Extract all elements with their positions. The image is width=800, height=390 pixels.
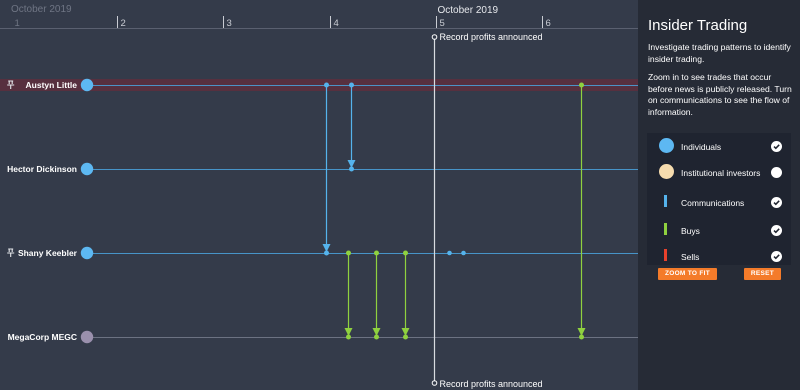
reset-button[interactable]: RESET bbox=[744, 268, 781, 280]
node-megacorp[interactable] bbox=[80, 330, 94, 344]
line-swatch-icon bbox=[664, 195, 667, 207]
institutional-swatch-icon bbox=[659, 164, 674, 179]
description-paragraph-1: Investigate trading patterns to identify… bbox=[648, 42, 791, 64]
marker-month-label: October 2019 bbox=[438, 5, 499, 16]
pin-icon-shape bbox=[7, 248, 15, 257]
legend-item-buys[interactable]: Buys bbox=[647, 219, 791, 245]
legend-item-label: Sells bbox=[681, 252, 700, 262]
buy-start-point[interactable] bbox=[579, 82, 584, 88]
buy-start-point[interactable] bbox=[403, 250, 408, 256]
event-label-bottom: Record profits announced bbox=[440, 379, 543, 389]
timeline-canvas[interactable]: October 2019 1 2 3 4 5 6 October 2019 Record pro… bbox=[0, 0, 638, 390]
checkmark-icon[interactable] bbox=[771, 225, 782, 236]
event-marker-top[interactable] bbox=[431, 34, 438, 40]
activity-point[interactable] bbox=[447, 250, 452, 256]
communication-start-point[interactable] bbox=[349, 82, 354, 88]
panel-description: Investigate trading patterns to identify… bbox=[648, 42, 796, 125]
activity-point[interactable] bbox=[461, 250, 466, 256]
buy-end-point[interactable] bbox=[374, 334, 379, 340]
communication-end-point[interactable] bbox=[324, 250, 329, 256]
legend-item-communications[interactable]: Communications bbox=[647, 191, 791, 217]
buy-start-point[interactable] bbox=[374, 250, 379, 256]
timeline-chart[interactable]: October 2019 1 2 3 4 5 6 October 2019 Record pro… bbox=[0, 0, 638, 390]
legend-item-individuals[interactable]: Individuals bbox=[647, 135, 791, 161]
side-panel: Insider Trading Investigate trading patt… bbox=[638, 0, 800, 390]
axis-tick-label: 3 bbox=[227, 18, 232, 29]
individual-swatch-icon bbox=[659, 138, 674, 153]
buy-end-point[interactable] bbox=[346, 334, 351, 340]
node-label-hector: Hector Dickinson bbox=[7, 164, 77, 174]
axis-tick-label: 5 bbox=[440, 18, 445, 29]
buy-end-point[interactable] bbox=[403, 334, 408, 340]
checkmark-icon[interactable] bbox=[771, 197, 782, 208]
node-shany[interactable] bbox=[80, 246, 94, 260]
node-label-austyn: Austyn Little bbox=[26, 80, 78, 90]
panel-title: Insider Trading bbox=[648, 17, 748, 34]
axis-tick-label: 1 bbox=[15, 18, 20, 29]
line-swatch-icon bbox=[664, 249, 667, 261]
event-marker-bottom[interactable] bbox=[431, 380, 438, 386]
unchecked-icon[interactable] bbox=[771, 167, 782, 178]
node-label-shany: Shany Keebler bbox=[18, 248, 78, 258]
zoom-to-fit-button[interactable]: ZOOM TO FIT bbox=[658, 268, 717, 280]
legend-item-institutional-investors[interactable]: Institutional investors bbox=[647, 161, 791, 187]
checkmark-icon[interactable] bbox=[771, 141, 782, 152]
axis-tick-label: 6 bbox=[546, 18, 551, 29]
axis-tick-label: 4 bbox=[334, 18, 339, 29]
line-swatch-icon bbox=[664, 223, 667, 235]
node-label-megacorp: MegaCorp MEGC bbox=[8, 332, 77, 342]
node-austyn[interactable] bbox=[80, 78, 94, 92]
legend-item-label: Buys bbox=[681, 226, 700, 236]
axis-month-label: October 2019 bbox=[11, 4, 72, 15]
node-hector[interactable] bbox=[80, 162, 94, 176]
legend: Individuals Institutional investors Commun… bbox=[647, 133, 791, 265]
axis-tick-label: 2 bbox=[121, 18, 126, 29]
legend-item-label: Communications bbox=[681, 198, 745, 208]
buy-start-point[interactable] bbox=[346, 250, 351, 256]
legend-item-label: Institutional investors bbox=[681, 168, 761, 178]
communication-start-point[interactable] bbox=[324, 82, 329, 88]
checkmark-icon[interactable] bbox=[771, 251, 782, 262]
event-label-top: Record profits announced bbox=[440, 32, 543, 42]
pin-icon[interactable] bbox=[7, 248, 15, 257]
communication-end-point[interactable] bbox=[349, 166, 354, 172]
buy-end-point[interactable] bbox=[579, 334, 584, 340]
legend-item-label: Individuals bbox=[681, 142, 722, 152]
description-paragraph-2: Zoom in to see trades that occur before … bbox=[648, 72, 792, 117]
